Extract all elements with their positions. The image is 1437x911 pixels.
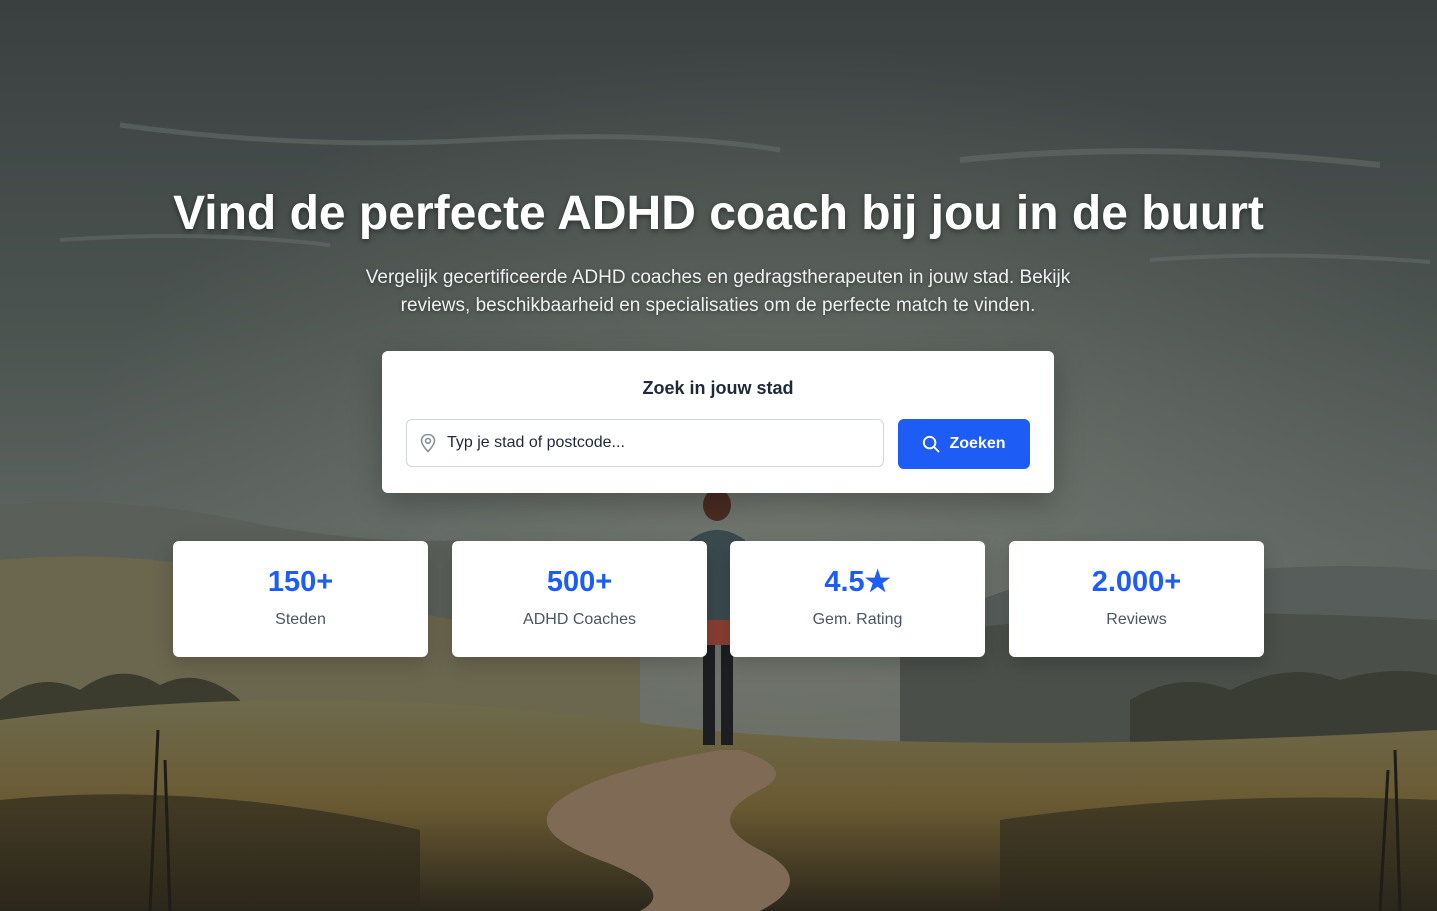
stat-label: ADHD Coaches [523,611,636,628]
stat-card-coaches: 500+ ADHD Coaches [452,541,707,657]
stat-value: 150+ [267,566,334,598]
stat-label: Reviews [1106,611,1167,628]
stat-card-cities: 150+ Steden [173,541,428,657]
stat-card-reviews: 2.000+ Reviews [1009,541,1264,657]
search-card: Zoek in jouw stad Zoeken [382,351,1054,493]
stat-value: 4.5★ [824,566,891,598]
hero-section: Vind de perfecte ADHD coach bij jou in d… [0,0,1437,911]
stat-label: Gem. Rating [812,611,903,628]
search-title: Zoek in jouw stad [642,378,794,398]
search-button[interactable]: Zoeken [898,419,1030,469]
search-button-label: Zoeken [949,435,1006,452]
stat-value: 2.000+ [1091,566,1182,598]
hero-subtitle: Vergelijk gecertificeerde ADHD coaches e… [365,267,1071,316]
stat-value: 500+ [546,566,613,598]
page-title: Vind de perfecte ADHD coach bij jou in d… [173,187,1264,240]
map-pin-icon [420,433,436,453]
search-input[interactable] [447,420,877,466]
hero-content: Vind de perfecte ADHD coach bij jou in d… [0,0,1437,911]
search-field[interactable] [406,419,884,467]
search-icon [923,435,940,453]
stat-label: Steden [275,611,326,628]
stat-card-rating: 4.5★ Gem. Rating [730,541,985,657]
